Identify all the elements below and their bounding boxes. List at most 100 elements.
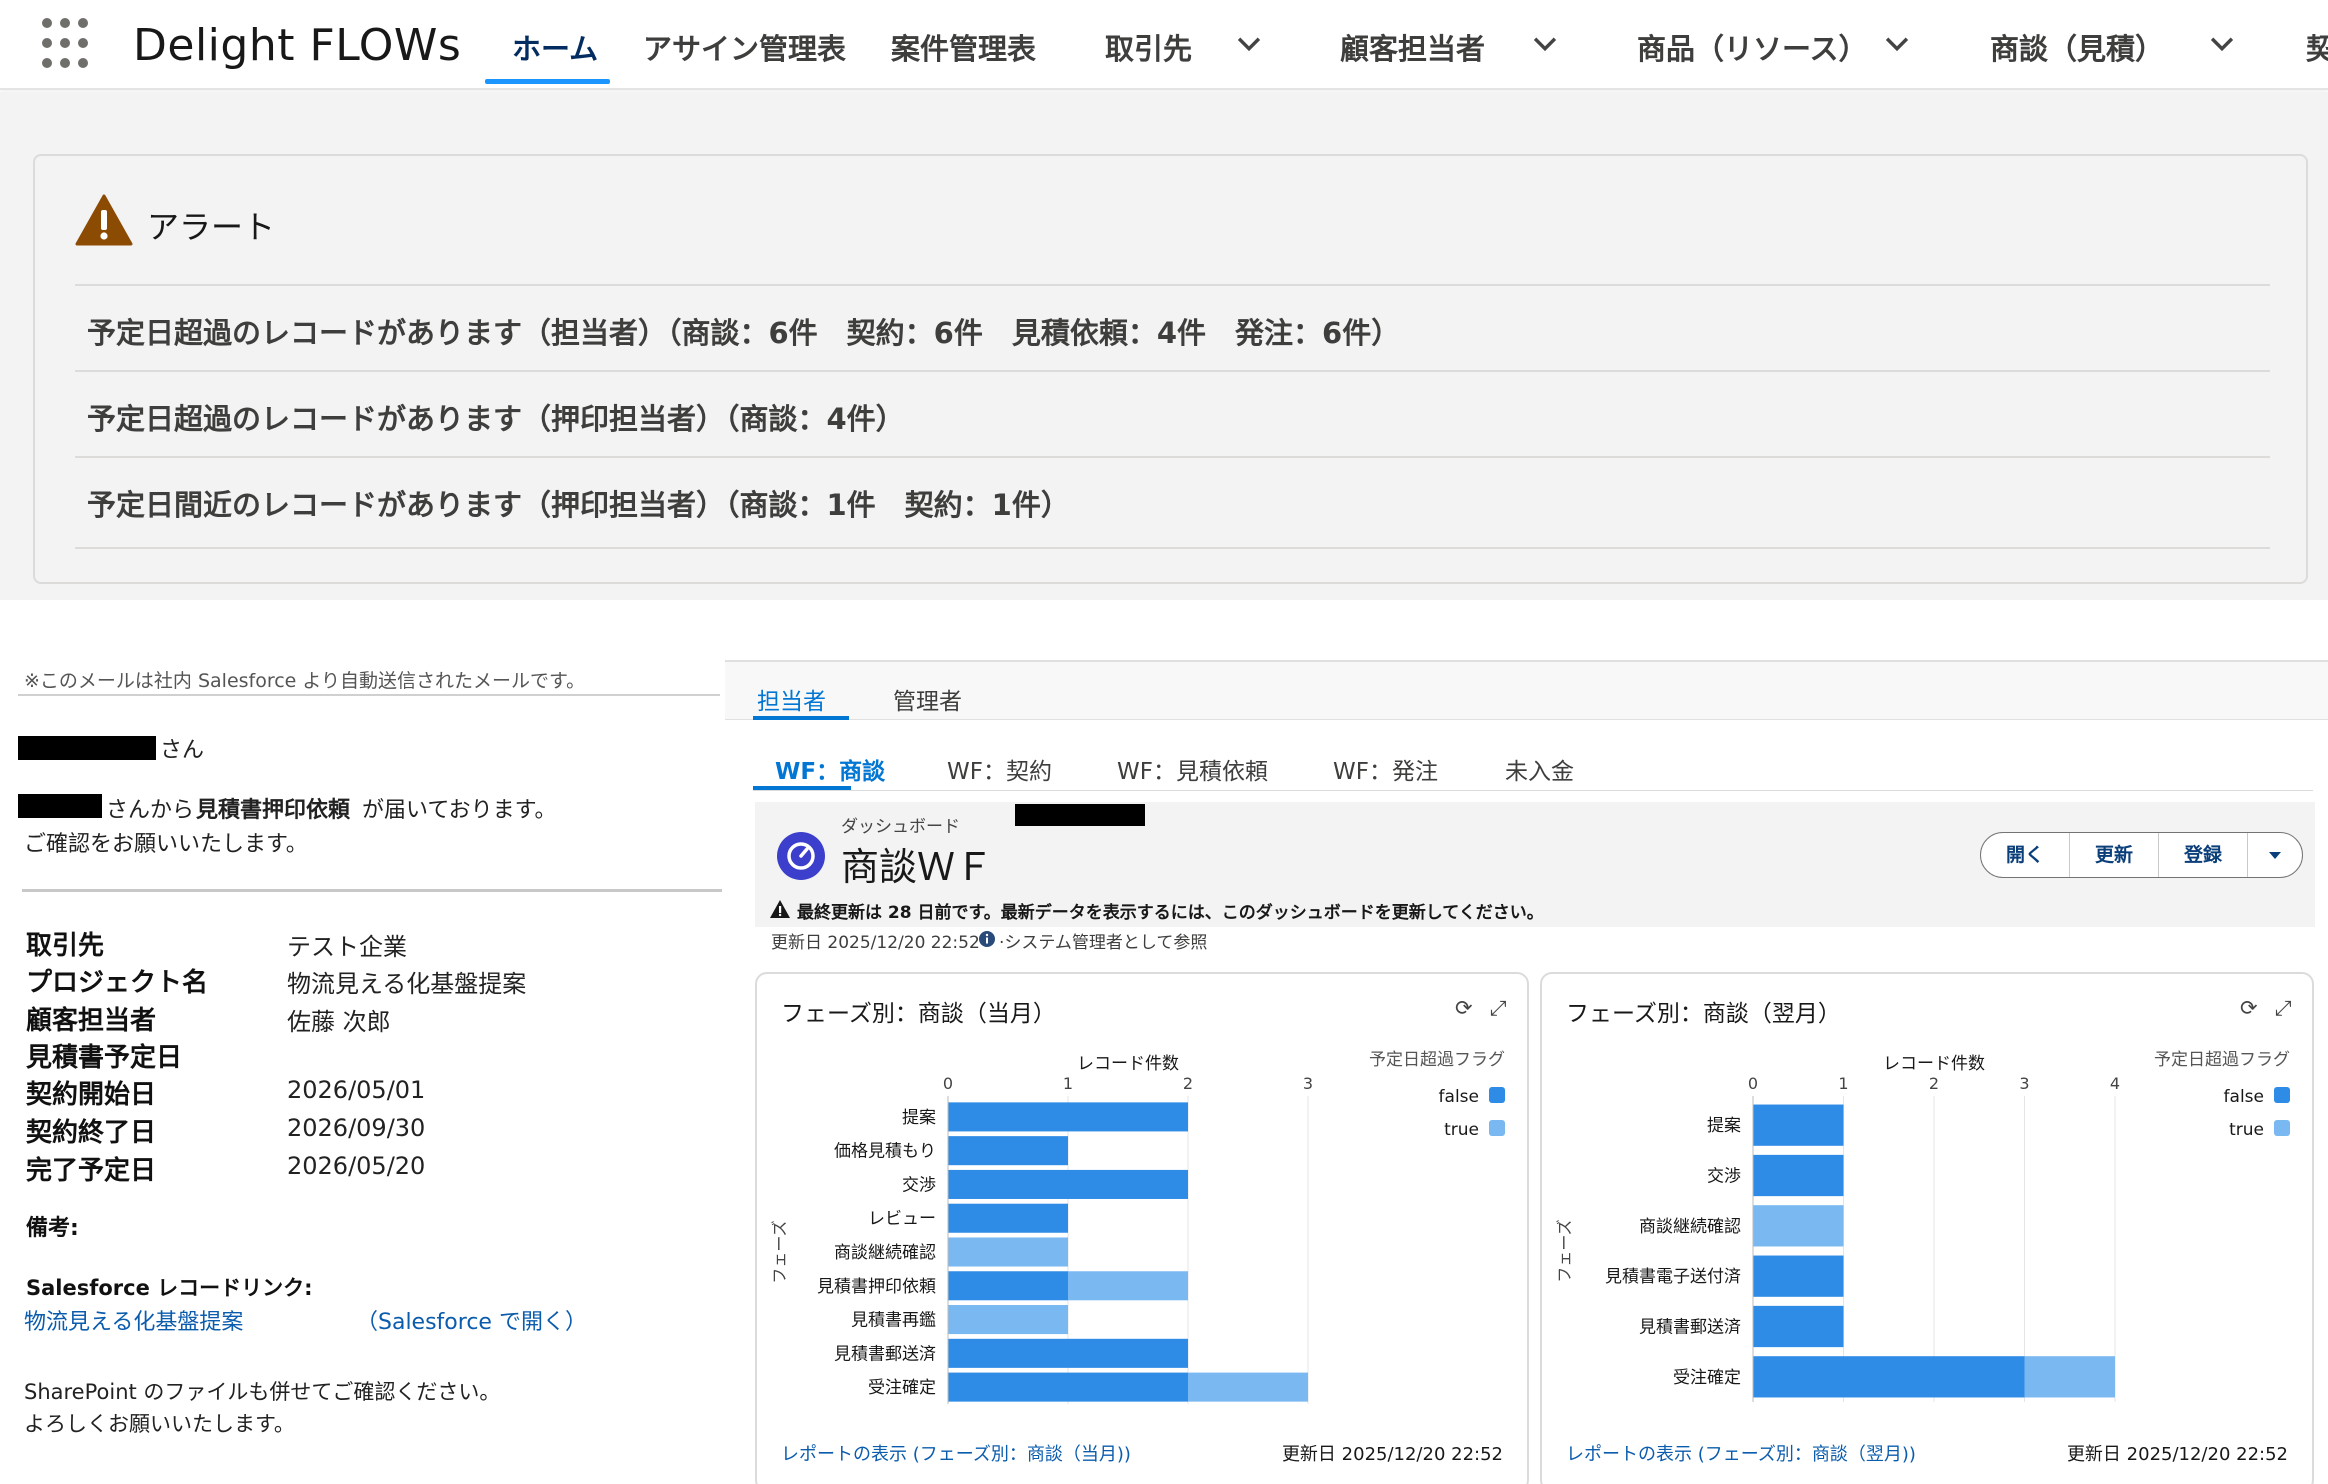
nav-item-opportunities[interactable]: 商談（見積） <box>1990 26 2164 68</box>
dashboard-title: 商談ＷＦ <box>841 845 994 889</box>
chevron-down-icon[interactable] <box>1528 26 1562 60</box>
nav-item-contacts[interactable]: 顧客担当者 <box>1340 26 1485 68</box>
bar-true[interactable] <box>948 1305 1068 1335</box>
x-tick-label: 3 <box>1303 1074 1313 1093</box>
bar-false[interactable] <box>948 1338 1188 1368</box>
nav-item-contracts[interactable]: 契 <box>2306 26 2328 68</box>
x-tick-label: 0 <box>1748 1074 1758 1093</box>
x-tick-label: 0 <box>943 1074 953 1093</box>
alert-row[interactable]: 予定日間近のレコードがあります（押印担当者）（商談：1件 契約：1件） <box>75 456 2270 542</box>
bar-false[interactable] <box>948 1372 1188 1402</box>
x-tick-label: 1 <box>1063 1074 1073 1093</box>
nav-active-indicator <box>485 79 610 84</box>
bar-false[interactable] <box>948 1136 1068 1166</box>
nav-item-accounts[interactable]: 取引先 <box>1105 26 1192 68</box>
info-icon[interactable] <box>978 930 996 948</box>
field-label-contact: 顧客担当者 <box>26 1006 157 1036</box>
legend-label: false <box>1439 1087 1479 1107</box>
alert-title: アラート <box>147 208 276 246</box>
bar-false[interactable] <box>1753 1305 1844 1348</box>
tab-wf-opportunity[interactable]: WF：商談 <box>775 752 885 786</box>
stale-data-warning: 最終更新は 28 日前です。最新データを表示するには、このダッシュボードを更新し… <box>797 903 1544 923</box>
alert-message: 予定日間近のレコードがあります（押印担当者）（商談：1件 契約：1件） <box>87 488 1070 522</box>
field-value-completion-date: 2026/05/20 <box>287 1152 426 1180</box>
bar-false[interactable] <box>948 1102 1188 1132</box>
bar-false[interactable] <box>948 1169 1188 1199</box>
dashboard-updated: 更新日 2025/12/20 22:52· <box>771 933 986 953</box>
nav-item-projects[interactable]: 案件管理表 <box>891 26 1036 68</box>
alert-row[interactable]: 予定日超過のレコードがあります（担当者）（商談：6件 契約：6件 見積依頼：4件… <box>75 284 2270 370</box>
bar-false[interactable] <box>948 1203 1068 1233</box>
redacted-name <box>18 794 102 818</box>
bar-true[interactable] <box>948 1237 1068 1267</box>
tab-unpaid[interactable]: 未入金 <box>1505 752 1574 786</box>
chevron-down-icon[interactable] <box>2205 26 2239 60</box>
request-line-2: ご確認をお願いいたします。 <box>24 832 308 857</box>
subscribe-button[interactable]: 登録 <box>2159 833 2249 877</box>
tab-wf-contract[interactable]: WF：契約 <box>947 752 1052 786</box>
legend-label: true <box>2229 1120 2264 1140</box>
nav-item-home[interactable]: ホーム <box>512 26 598 68</box>
chevron-down-icon[interactable] <box>1232 26 1266 60</box>
bar-true[interactable] <box>1753 1205 1844 1247</box>
tab-manager[interactable]: 管理者 <box>893 682 962 716</box>
y-tick-label: 受注確定 <box>868 1378 936 1398</box>
x-tick-label: 2 <box>1183 1074 1193 1093</box>
legend-swatch[interactable] <box>2274 1120 2290 1136</box>
bar-true[interactable] <box>1188 1372 1308 1402</box>
record-link-label: Salesforce レコードリンク: <box>26 1276 313 1300</box>
alert-card: アラート 予定日超過のレコードがあります（担当者）（商談：6件 契約：6件 見積… <box>33 154 2308 584</box>
field-value-project: 物流見える化基盤提案 <box>287 970 527 998</box>
auto-send-note: ※このメールは社内 Salesforce より自動送信されたメールです。 <box>24 670 586 692</box>
bar-false[interactable] <box>1753 1255 1844 1297</box>
app-launcher-icon[interactable] <box>42 18 94 70</box>
bar-true[interactable] <box>1068 1271 1188 1301</box>
redacted-name <box>18 736 156 760</box>
tab-wf-order[interactable]: WF：発注 <box>1333 752 1438 786</box>
x-axis-title: レコード件数 <box>1077 1054 1179 1074</box>
field-label-contract-start: 契約開始日 <box>26 1080 157 1110</box>
alert-message: 予定日超過のレコードがあります（押印担当者）（商談：4件） <box>87 402 905 436</box>
divider <box>753 790 2313 791</box>
y-tick-label: 価格見積もり <box>834 1142 936 1162</box>
nav-item-products[interactable]: 商品（リソース） <box>1637 26 1868 68</box>
redacted-owner <box>1015 804 1145 826</box>
bar-false[interactable] <box>1753 1356 2025 1398</box>
view-report-link[interactable]: レポートの表示 (フェーズ別：商談（当月)) <box>781 1440 1131 1466</box>
role-tabs: 担当者 管理者 <box>725 662 2328 720</box>
bar-false[interactable] <box>1753 1104 1844 1146</box>
open-button[interactable]: 開く <box>1981 833 2071 877</box>
y-tick-label: 見積書郵送済 <box>1639 1318 1741 1338</box>
app-name: Delight FLOWs <box>133 20 462 71</box>
y-tick-label: レビュー <box>868 1209 936 1229</box>
dashboard-actions: 開く 更新 登録 <box>1980 832 2304 878</box>
dashboard-panel: 担当者 管理者 WF：商談 WF：契約 WF：見積依頼 WF：発注 未入金 ダッ… <box>725 660 2328 1484</box>
record-link[interactable]: 物流見える化基盤提案 <box>24 1304 243 1336</box>
y-tick-label: 商談継続確認 <box>1639 1217 1741 1237</box>
chevron-down-icon <box>2269 852 2282 859</box>
legend-swatch[interactable] <box>2274 1087 2290 1103</box>
legend-swatch[interactable] <box>1489 1087 1505 1103</box>
more-actions-button[interactable] <box>2248 833 2302 877</box>
bar-false[interactable] <box>948 1271 1068 1301</box>
bar-false[interactable] <box>1753 1154 1844 1197</box>
notification-email: ※このメールは社内 Salesforce より自動送信されたメールです。 さん … <box>0 600 725 1484</box>
bar-true[interactable] <box>2024 1356 2116 1398</box>
footer-line-2: よろしくお願いいたします。 <box>24 1412 295 1436</box>
request-type: 見積書押印依頼 <box>196 798 351 823</box>
refresh-button[interactable]: 更新 <box>2070 833 2160 877</box>
chart-updated: 更新日 2025/12/20 22:52 <box>1281 1444 1503 1465</box>
tab-assignee[interactable]: 担当者 <box>757 682 826 716</box>
legend-swatch[interactable] <box>1489 1120 1505 1136</box>
legend-label: false <box>2224 1087 2264 1107</box>
footer-line-1: SharePoint のファイルも併せてご確認ください。 <box>24 1380 501 1404</box>
view-report-link[interactable]: レポートの表示 (フェーズ別：商談（翌月)) <box>1566 1440 1916 1466</box>
nav-item-assign[interactable]: アサイン管理表 <box>643 26 846 68</box>
chevron-down-icon[interactable] <box>1880 26 1914 60</box>
alert-row[interactable]: 予定日超過のレコードがあります（押印担当者）（商談：4件） <box>75 370 2270 456</box>
tab-wf-quote-request[interactable]: WF：見積依頼 <box>1117 752 1268 786</box>
viewing-as: ·システム管理者として参照 <box>999 933 1208 953</box>
open-in-salesforce-link[interactable]: （Salesforce で開く） <box>356 1304 587 1336</box>
y-tick-label: 見積書電子送付済 <box>1605 1267 1741 1287</box>
alert-section: アラート 予定日超過のレコードがあります（担当者）（商談：6件 契約：6件 見積… <box>0 92 2328 600</box>
